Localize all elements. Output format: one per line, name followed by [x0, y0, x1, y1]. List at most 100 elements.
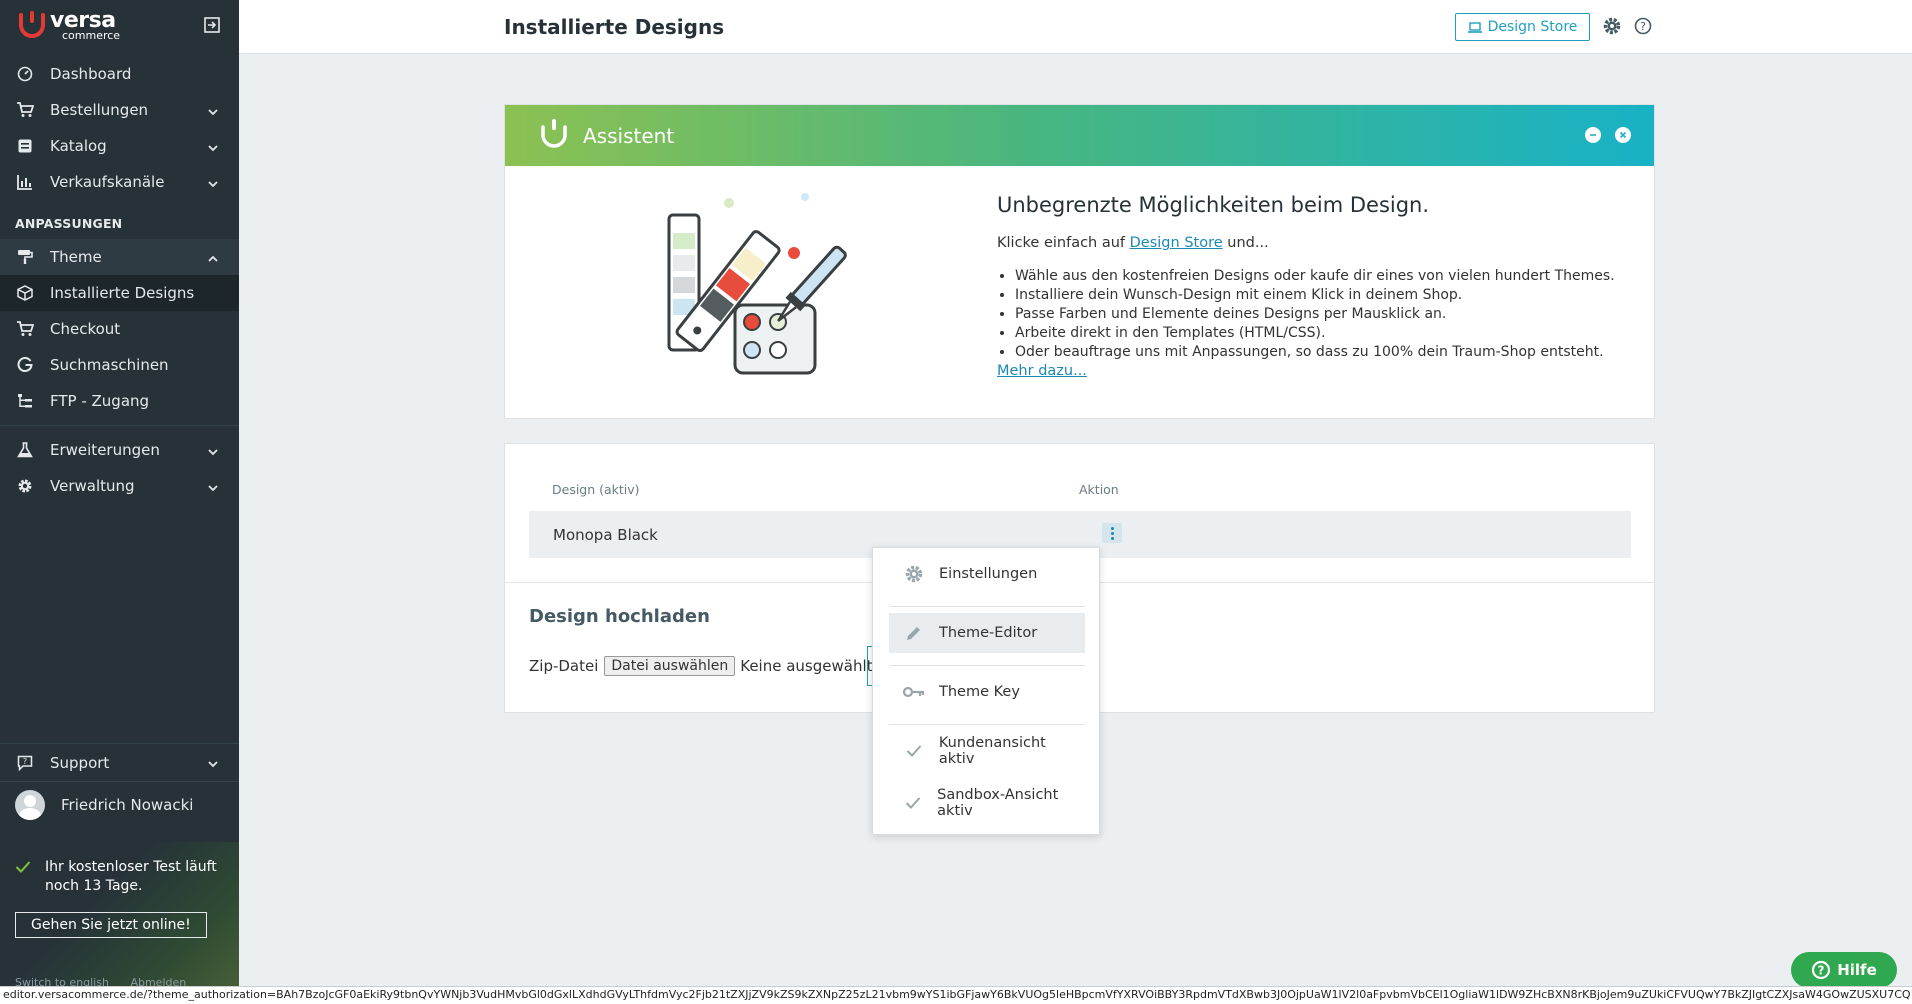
sidebar-item-verkaufskanaele[interactable]: Verkaufskanäle [0, 164, 239, 200]
dashboard-icon [16, 65, 34, 83]
column-header-design: Design (aktiv) [552, 482, 640, 497]
cart-icon [16, 101, 34, 119]
sidebar-item-ftp-zugang[interactable]: FTP - Zugang [0, 383, 239, 419]
support-chat-icon: ? [16, 754, 34, 772]
catalog-icon [16, 137, 34, 155]
column-header-action: Aktion [1079, 482, 1119, 497]
menu-divider [889, 606, 1085, 607]
settings-gear-icon[interactable] [1602, 16, 1622, 40]
sidebar-item-label: Bestellungen [50, 101, 149, 119]
sidebar-item-installierte-designs[interactable]: Installierte Designs [0, 275, 239, 311]
svg-text:?: ? [23, 757, 27, 766]
cube-icon [16, 284, 34, 302]
collapse-sidebar-icon[interactable] [203, 16, 221, 34]
check-icon [903, 744, 925, 758]
assistant-title: Assistent [583, 123, 675, 148]
gear-icon [903, 564, 925, 584]
bar-chart-icon [16, 173, 34, 191]
sidebar-item-label: Verwaltung [50, 477, 135, 495]
assistant-card: Assistent Unbegrenzte Möglichkeiten beim… [504, 104, 1655, 419]
sidebar-item-theme[interactable]: Theme [0, 239, 239, 275]
key-icon [903, 686, 925, 698]
chevron-up-icon [207, 251, 219, 263]
help-circle-icon: ? [1812, 960, 1831, 980]
upload-title: Design hochladen [529, 606, 710, 627]
design-store-link[interactable]: Design Store [1130, 235, 1223, 251]
intro-text: Klicke einfach auf [997, 235, 1130, 251]
sidebar-item-support[interactable]: ? Support [0, 743, 239, 781]
trial-banner: Ihr kostenloser Test läuft noch 13 Tage.… [0, 842, 239, 989]
sidebar-item-label: Dashboard [50, 65, 132, 83]
top-header: Installierte Designs Design Store ? [239, 0, 1912, 54]
list-item: Passe Farben und Elemente deines Designs… [1015, 305, 1615, 324]
menu-item-kundenansicht[interactable]: Kundenansicht aktiv [889, 731, 1085, 771]
design-name: Monopa Black [553, 526, 658, 544]
assistant-logo-icon [539, 117, 569, 154]
user-profile[interactable]: Friedrich Nowacki [0, 781, 239, 827]
menu-divider [889, 724, 1085, 725]
action-dropdown-menu: Einstellungen Theme-Editor Theme Key Kun… [872, 547, 1100, 835]
more-info-link[interactable]: Mehr dazu... [997, 363, 1087, 379]
logo[interactable]: versa commerce [0, 0, 239, 50]
avatar [15, 789, 45, 820]
design-store-button[interactable]: Design Store [1455, 13, 1590, 41]
menu-item-label: Kundenansicht aktiv [938, 735, 1046, 767]
sidebar-item-verwaltung[interactable]: Verwaltung [0, 468, 239, 504]
close-icon[interactable] [1615, 127, 1631, 143]
minimize-icon[interactable] [1585, 127, 1601, 143]
paint-roller-icon [16, 248, 34, 266]
menu-item-theme-editor[interactable]: Theme-Editor [889, 613, 1085, 653]
assistant-heading: Unbegrenzte Möglichkeiten beim Design. [997, 193, 1430, 217]
page-title: Installierte Designs [504, 15, 725, 39]
menu-item-theme-key[interactable]: Theme Key [889, 672, 1085, 712]
assistant-header: Assistent [505, 105, 1654, 166]
browser-status-url: editor.versacommerce.de/?theme_authoriza… [0, 986, 1912, 1004]
sidebar-item-label: Katalog [50, 137, 107, 155]
go-online-button[interactable]: Gehen Sie jetzt online! [15, 912, 207, 938]
svg-text:?: ? [1818, 964, 1825, 978]
check-icon [903, 796, 923, 810]
chevron-down-icon [207, 756, 219, 768]
chevron-down-icon [207, 140, 219, 152]
choose-file-button[interactable]: Datei auswählen [604, 656, 736, 676]
sidebar-item-label: Support [50, 753, 110, 772]
trial-text: Ihr kostenloser Test läuft noch 13 Tage. [45, 859, 217, 894]
pencil-icon [903, 624, 925, 642]
sidebar-item-label: Theme [50, 248, 102, 266]
versa-logo-icon [18, 11, 46, 39]
sidebar-item-katalog[interactable]: Katalog [0, 128, 239, 164]
gear-icon [16, 477, 34, 495]
help-circle-icon[interactable]: ? [1634, 17, 1652, 39]
brand-sub: commerce [62, 28, 121, 42]
list-item: Oder beauftrage uns mit Anpassungen, so … [1015, 343, 1615, 362]
sidebar-item-checkout[interactable]: Checkout [0, 311, 239, 347]
menu-item-label: Einstellungen [939, 566, 1038, 582]
menu-item-sandbox-ansicht[interactable]: Sandbox-Ansicht aktiv [889, 783, 1085, 823]
svg-text:?: ? [1640, 20, 1646, 33]
design-store-label: Design Store [1487, 19, 1578, 35]
menu-item-label: Theme Key [939, 684, 1020, 700]
help-button[interactable]: ? Hilfe [1791, 952, 1897, 988]
sidebar-item-label: FTP - Zugang [50, 392, 150, 410]
menu-item-label: Sandbox-Ansicht aktiv [937, 787, 1059, 819]
sidebar-item-erweiterungen[interactable]: Erweiterungen [0, 432, 239, 468]
google-icon [16, 356, 34, 374]
list-item: Wähle aus den kostenfreien Designs oder … [1015, 267, 1615, 286]
chevron-down-icon [207, 104, 219, 116]
sidebar: versa commerce Dashboard Bestellungen Ka… [0, 0, 239, 989]
flask-icon [16, 441, 34, 459]
sidebar-item-dashboard[interactable]: Dashboard [0, 56, 239, 92]
sidebar-item-bestellungen[interactable]: Bestellungen [0, 92, 239, 128]
sidebar-item-suchmaschinen[interactable]: Suchmaschinen [0, 347, 239, 383]
intro-suffix: und... [1222, 235, 1269, 251]
user-name: Friedrich Nowacki [61, 795, 194, 814]
upload-row: Zip-Datei Datei auswählen Keine ausgewäh… [529, 656, 873, 676]
sidebar-item-label: Checkout [50, 320, 121, 338]
menu-item-label: Theme-Editor [939, 625, 1038, 641]
menu-item-einstellungen[interactable]: Einstellungen [889, 554, 1085, 594]
sidebar-item-label: Installierte Designs [50, 284, 195, 302]
sidebar-item-label: Erweiterungen [50, 441, 160, 459]
file-status: Keine ausgewählt [740, 657, 873, 675]
kebab-menu-icon[interactable] [1102, 523, 1122, 543]
tree-icon [16, 392, 34, 410]
